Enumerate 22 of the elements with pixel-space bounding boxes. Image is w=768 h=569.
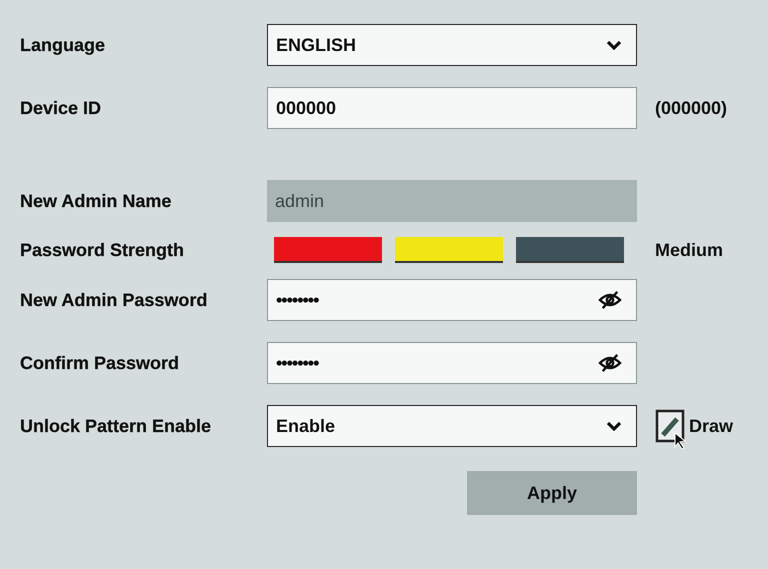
password-field[interactable]: ••••••••	[267, 342, 637, 384]
dropdown[interactable]: ENGLISH	[267, 24, 637, 66]
field-label: New Admin Password	[20, 290, 208, 310]
hint-text: Medium	[655, 240, 724, 260]
hide-password-icon[interactable]	[598, 290, 622, 310]
hint-text: (000000)	[655, 98, 728, 118]
field-label: Language	[20, 34, 106, 56]
input-field: admin	[267, 180, 637, 222]
field-label: Unlock Pattern Enable	[20, 416, 212, 436]
input-field[interactable]: 000000	[267, 87, 637, 129]
field-label: Password Strength	[20, 240, 186, 260]
draw-button[interactable]: Draw	[655, 403, 734, 449]
apply-button[interactable]: Apply	[467, 471, 637, 515]
password-field[interactable]: ••••••••	[267, 279, 637, 321]
pencil-icon	[655, 409, 689, 449]
chevron-down-icon	[606, 40, 622, 50]
hide-password-icon[interactable]	[598, 353, 622, 373]
field-label: Confirm Password	[20, 352, 180, 374]
dropdown[interactable]: Enable	[267, 405, 637, 447]
field-label: Device ID	[20, 98, 102, 118]
field-label: New Admin Name	[20, 190, 172, 212]
chevron-down-icon	[606, 421, 622, 431]
